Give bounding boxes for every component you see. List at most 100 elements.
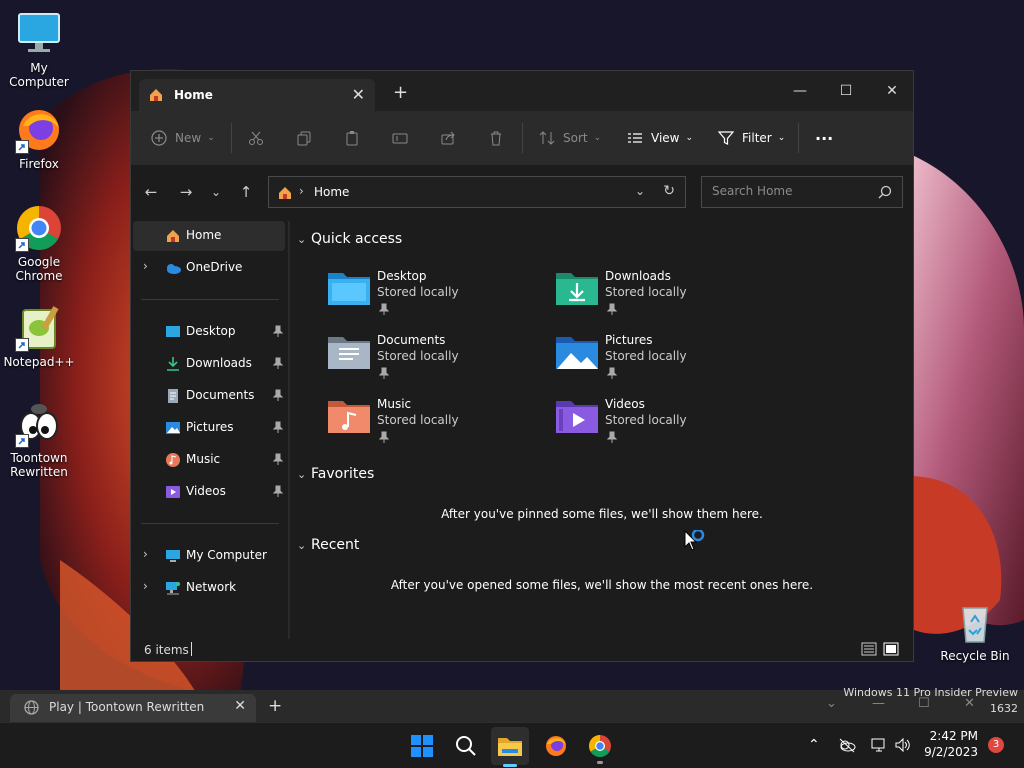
close-icon[interactable]: ✕ bbox=[352, 85, 365, 104]
chevron-up-icon[interactable]: ⌃ bbox=[808, 737, 820, 753]
search-button[interactable] bbox=[450, 730, 482, 762]
network-icon[interactable] bbox=[870, 737, 888, 756]
desktop-icon-notepadpp[interactable]: Notepad++ bbox=[0, 304, 78, 369]
new-button[interactable]: New ⌄ bbox=[151, 126, 215, 150]
nav-item-videos[interactable]: Videos bbox=[133, 477, 285, 507]
quick-access-item-pictures[interactable]: Pictures Stored locally bbox=[555, 333, 775, 393]
sort-button[interactable]: Sort ⌄ bbox=[539, 126, 601, 150]
desktop-icon-google-chrome[interactable]: Google Chrome bbox=[0, 204, 78, 283]
onedrive-offline-icon[interactable] bbox=[838, 737, 856, 756]
address-bar[interactable]: › Home ⌄ ↻ bbox=[268, 176, 686, 208]
forward-button[interactable]: → bbox=[174, 180, 198, 204]
system-clock[interactable]: 2:42 PM 9/2/2023 bbox=[924, 728, 978, 760]
section-recent[interactable]: ⌄ Recent bbox=[297, 537, 359, 553]
cut-button[interactable] bbox=[248, 126, 264, 150]
desktop-icon-label: Recycle Bin bbox=[940, 649, 1010, 663]
new-tab-button[interactable]: + bbox=[268, 696, 282, 716]
quick-access-item-videos[interactable]: Videos Stored locally bbox=[555, 397, 775, 457]
more-options-button[interactable]: ··· bbox=[815, 126, 833, 150]
nav-item-my-computer[interactable]: › My Computer bbox=[133, 541, 285, 571]
shortcut-arrow-icon bbox=[15, 434, 29, 448]
taskbar-firefox[interactable] bbox=[540, 730, 572, 762]
up-button[interactable]: ↑ bbox=[234, 180, 258, 204]
close-button[interactable]: ✕ bbox=[869, 77, 915, 105]
chevron-right-icon[interactable]: › bbox=[143, 579, 148, 593]
toontown-icon bbox=[15, 400, 63, 448]
nav-item-documents[interactable]: Documents bbox=[133, 381, 285, 411]
volume-icon[interactable] bbox=[894, 737, 912, 756]
search-input[interactable] bbox=[710, 183, 864, 199]
copy-button[interactable] bbox=[296, 126, 312, 150]
details-view-icon[interactable] bbox=[861, 642, 877, 659]
quick-access-item-music[interactable]: Music Stored locally bbox=[327, 397, 547, 457]
pin-icon[interactable] bbox=[272, 357, 284, 372]
desktop-icon-toontown-rewritten[interactable]: Toontown Rewritten bbox=[0, 400, 78, 479]
filter-button[interactable]: Filter ⌄ bbox=[718, 126, 785, 150]
tiles-view-icon[interactable] bbox=[883, 642, 899, 659]
pin-icon[interactable] bbox=[272, 325, 284, 340]
taskbar-file-explorer[interactable] bbox=[491, 727, 529, 767]
toolbar-divider bbox=[231, 123, 232, 153]
chevron-down-icon[interactable]: ⌄ bbox=[635, 184, 645, 198]
desktop-icon-recycle-bin[interactable]: Recycle Bin bbox=[936, 598, 1014, 663]
explorer-tab-home[interactable]: Home ✕ bbox=[139, 79, 375, 111]
desktop-icon-firefox[interactable]: Firefox bbox=[0, 106, 78, 171]
delete-button[interactable] bbox=[488, 126, 504, 150]
breadcrumb-home[interactable]: Home bbox=[314, 185, 349, 199]
nav-item-onedrive[interactable]: › OneDrive bbox=[133, 253, 285, 283]
pictures-folder-icon bbox=[555, 333, 599, 373]
pin-icon[interactable] bbox=[606, 367, 618, 382]
desktop-icon-label: Google Chrome bbox=[15, 255, 63, 283]
nav-item-downloads[interactable]: Downloads bbox=[133, 349, 285, 379]
chevron-down-icon[interactable]: ⌄ bbox=[826, 696, 837, 711]
quick-access-item-documents[interactable]: Documents Stored locally bbox=[327, 333, 547, 393]
pin-icon[interactable] bbox=[606, 303, 618, 318]
pin-icon[interactable] bbox=[272, 485, 284, 500]
paste-button[interactable] bbox=[344, 126, 360, 150]
close-icon[interactable]: ✕ bbox=[234, 698, 246, 714]
nav-item-pictures[interactable]: Pictures bbox=[133, 413, 285, 443]
pin-icon[interactable] bbox=[606, 431, 618, 446]
section-favorites[interactable]: ⌄ Favorites bbox=[297, 466, 374, 482]
nav-item-network[interactable]: › Network bbox=[133, 573, 285, 603]
notification-badge[interactable]: 3 bbox=[988, 737, 1004, 753]
view-button[interactable]: View ⌄ bbox=[627, 126, 693, 150]
pin-icon[interactable] bbox=[272, 453, 284, 468]
monitor-icon bbox=[15, 10, 63, 58]
file-explorer-window[interactable]: Home ✕ + — ☐ ✕ New ⌄ Sort ⌄ View ⌄ Filte… bbox=[130, 70, 914, 662]
share-button[interactable] bbox=[440, 126, 456, 150]
title-bar[interactable]: Home ✕ + — ☐ ✕ bbox=[131, 71, 913, 111]
pane-splitter[interactable] bbox=[288, 221, 290, 639]
taskbar-chrome[interactable] bbox=[584, 730, 616, 764]
search-icon[interactable] bbox=[878, 185, 892, 202]
chevron-right-icon[interactable]: › bbox=[143, 259, 148, 273]
quick-access-item-desktop[interactable]: Desktop Stored locally bbox=[327, 269, 547, 329]
watermark-line2: 1632 bbox=[990, 702, 1018, 715]
section-quick-access[interactable]: ⌄ Quick access bbox=[297, 231, 402, 247]
new-tab-button[interactable]: + bbox=[393, 82, 408, 103]
nav-item-music[interactable]: Music bbox=[133, 445, 285, 475]
rename-button[interactable] bbox=[392, 126, 408, 150]
pin-icon[interactable] bbox=[378, 303, 390, 318]
back-button[interactable]: ← bbox=[139, 180, 163, 204]
chrome-tab[interactable]: Play | Toontown Rewritten ✕ bbox=[10, 694, 256, 722]
refresh-icon[interactable]: ↻ bbox=[663, 183, 675, 199]
home-icon bbox=[277, 185, 293, 204]
chevron-down-icon: ⌄ bbox=[207, 133, 215, 143]
search-box[interactable] bbox=[701, 176, 903, 208]
pin-icon[interactable] bbox=[272, 421, 284, 436]
status-divider bbox=[191, 642, 192, 656]
start-button[interactable] bbox=[406, 730, 438, 762]
mouse-cursor-busy bbox=[684, 528, 710, 557]
pin-icon[interactable] bbox=[272, 389, 284, 404]
pin-icon[interactable] bbox=[378, 431, 390, 446]
recent-locations-button[interactable]: ⌄ bbox=[204, 180, 228, 204]
nav-item-desktop[interactable]: Desktop bbox=[133, 317, 285, 347]
pin-icon[interactable] bbox=[378, 367, 390, 382]
desktop-icon-my-computer[interactable]: My Computer bbox=[0, 10, 78, 89]
nav-item-home[interactable]: Home bbox=[133, 221, 285, 251]
minimize-button[interactable]: — bbox=[777, 77, 823, 105]
quick-access-item-downloads[interactable]: Downloads Stored locally bbox=[555, 269, 775, 329]
chevron-right-icon[interactable]: › bbox=[143, 547, 148, 561]
maximize-button[interactable]: ☐ bbox=[823, 77, 869, 105]
